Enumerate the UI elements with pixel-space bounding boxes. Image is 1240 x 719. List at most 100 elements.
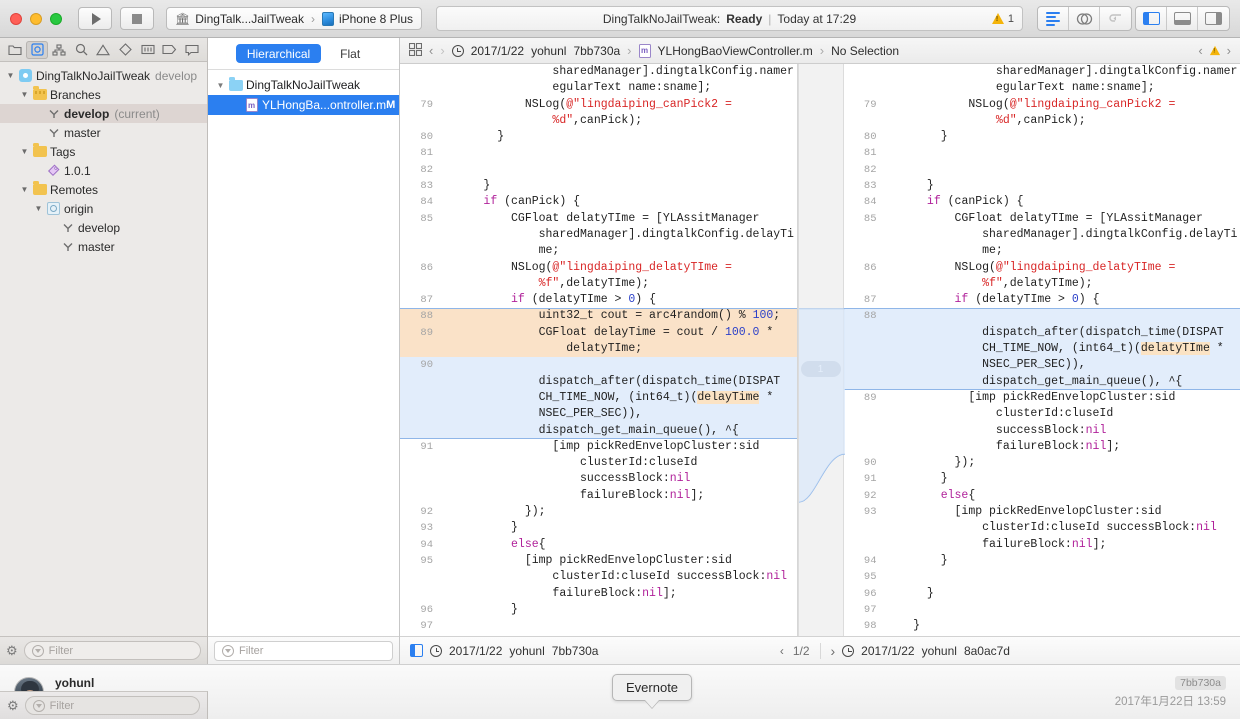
minimize-button[interactable] <box>30 12 42 25</box>
disclosure-triangle-icon[interactable]: ▼ <box>32 204 45 213</box>
code-line[interactable]: %f",delatyTIme); <box>400 276 797 292</box>
previous-issue-button[interactable]: ‹ <box>1198 43 1202 58</box>
code-line[interactable]: me; <box>844 243 1240 259</box>
code-line[interactable]: 88 <box>843 308 1240 325</box>
code-line[interactable]: CH_TIME_NOW, (int64_t)(delayTime * <box>400 389 797 407</box>
code-line[interactable]: 81 <box>844 145 1240 161</box>
changed-files-list[interactable]: ▼ DingTalkNoJailTweak▼ mYLHongBa...ontroll… <box>208 70 399 636</box>
jumpbar-hash[interactable]: 7bb730a <box>573 44 620 58</box>
code-line[interactable]: 94 else{ <box>400 537 797 553</box>
forward-button[interactable]: › <box>440 43 444 58</box>
code-line[interactable]: 93 [imp pickRedEnvelopCluster:sid <box>844 504 1240 520</box>
code-line[interactable]: dispatch_after(dispatch_time(DISPAT <box>843 324 1240 342</box>
code-line[interactable]: dispatch_get_main_queue(), ^{ <box>400 422 797 439</box>
code-line[interactable]: 87 if (delatyTIme > 0) { <box>844 292 1240 308</box>
code-line[interactable]: 86 NSLog(@"lingdaiping_delatyTIme = <box>400 260 797 276</box>
file-list-filter-input[interactable]: Filter <box>214 640 393 661</box>
code-line[interactable]: egularText name:sname]; <box>400 80 797 96</box>
hierarchical-mode-button[interactable]: Hierarchical <box>235 44 322 63</box>
code-line[interactable]: successBlock:nil <box>400 471 797 487</box>
previous-version-button[interactable]: ‹ <box>780 644 784 658</box>
disclosure-triangle-icon[interactable]: ▼ <box>214 81 227 90</box>
breakpoint-navigator-tab[interactable] <box>159 41 181 59</box>
code-line[interactable]: 82 <box>844 162 1240 178</box>
find-navigator-tab[interactable] <box>70 41 92 59</box>
next-version-button[interactable]: › <box>831 643 836 659</box>
right-code-content[interactable]: sharedManager].dingtalkConfig.namer egul… <box>843 64 1240 634</box>
left-code-content[interactable]: sharedManager].dingtalkConfig.namer egul… <box>400 64 797 634</box>
code-line[interactable]: clusterId:cluseId <box>844 406 1240 422</box>
code-line[interactable]: sharedManager].dingtalkConfig.delayTi <box>400 227 797 243</box>
code-line[interactable]: failureBlock:nil]; <box>844 439 1240 455</box>
standard-editor-button[interactable] <box>1038 7 1069 30</box>
navigator-bottom-filter-input[interactable]: Filter <box>24 696 200 715</box>
navigator-tree-item[interactable]: ▼develop(current) <box>0 104 207 123</box>
jumpbar-selection[interactable]: No Selection <box>831 44 899 58</box>
left-status-date[interactable]: 2017/1/22 <box>449 644 502 658</box>
debug-navigator-tab[interactable] <box>137 41 159 59</box>
jumpbar-file[interactable]: YLHongBaoViewController.m <box>658 44 813 58</box>
code-line[interactable]: sharedManager].dingtalkConfig.delayTi <box>844 227 1240 243</box>
code-line[interactable]: clusterId:cluseId <box>400 455 797 471</box>
navigator-toggle-button[interactable] <box>1136 7 1167 30</box>
warning-triangle-icon[interactable] <box>1209 45 1220 56</box>
code-line[interactable]: 95 <box>844 569 1240 585</box>
code-line[interactable]: NSEC_PER_SEC)), <box>843 357 1240 374</box>
version-editor-button[interactable] <box>1100 7 1131 30</box>
code-line[interactable]: 83 } <box>844 178 1240 194</box>
code-line[interactable]: failureBlock:nil]; <box>400 488 797 504</box>
navigator-tree-item[interactable]: ▼develop <box>0 218 207 237</box>
code-line[interactable]: successBlock:nil <box>844 423 1240 439</box>
code-line[interactable]: 86 NSLog(@"lingdaiping_delatyTIme = <box>844 260 1240 276</box>
code-line[interactable]: 91 [imp pickRedEnvelopCluster:sid <box>400 439 797 455</box>
code-line[interactable]: me; <box>400 243 797 259</box>
code-line[interactable]: 97 <box>400 618 797 634</box>
diff-change-badge[interactable]: 1 <box>800 361 841 377</box>
assistant-editor-button[interactable] <box>1069 7 1100 30</box>
code-line[interactable]: 79 NSLog(@"lingdaiping_canPick2 = <box>400 97 797 113</box>
right-version-pane[interactable]: sharedManager].dingtalkConfig.namer egul… <box>843 64 1240 636</box>
disclosure-triangle-icon[interactable]: ▼ <box>18 90 31 99</box>
code-line[interactable]: 97 <box>844 602 1240 618</box>
navigator-tree-item[interactable]: ▼master <box>0 237 207 256</box>
left-status-author[interactable]: yohunl <box>509 644 544 658</box>
source-control-navigator-tab[interactable] <box>26 40 49 59</box>
gear-icon[interactable]: ⚙ <box>6 643 18 659</box>
zoom-button[interactable] <box>50 12 62 25</box>
changed-file-row[interactable]: ▼mYLHongBa...ontroller.mM <box>208 95 399 115</box>
code-line[interactable]: 80 } <box>844 129 1240 145</box>
project-navigator-tab[interactable] <box>4 41 26 59</box>
gear-icon[interactable]: ⚙ <box>7 698 19 714</box>
local-revision-icon[interactable] <box>410 644 423 657</box>
code-line[interactable]: 96 } <box>400 602 797 618</box>
next-issue-button[interactable]: › <box>1227 43 1231 58</box>
warning-indicator[interactable]: 1 <box>991 13 1014 25</box>
code-line[interactable]: NSEC_PER_SEC)), <box>400 406 797 423</box>
code-line[interactable]: 84 if (canPick) { <box>400 194 797 210</box>
navigator-tree-item[interactable]: ▼ Tags <box>0 142 207 161</box>
disclosure-triangle-icon[interactable]: ▼ <box>18 147 31 156</box>
code-line[interactable]: clusterId:cluseId successBlock:nil <box>844 520 1240 536</box>
code-line[interactable]: %f",delatyTIme); <box>844 276 1240 292</box>
code-line[interactable]: delatyTIme; <box>400 341 797 358</box>
symbol-navigator-tab[interactable] <box>48 41 70 59</box>
run-button[interactable] <box>78 7 112 30</box>
code-line[interactable]: 94 } <box>844 553 1240 569</box>
code-line[interactable]: failureBlock:nil]; <box>400 586 797 602</box>
navigator-tree-item[interactable]: ▼ DingTalkNoJailTweak develop <box>0 66 207 85</box>
navigator-tree-item[interactable]: ▼ Remotes <box>0 180 207 199</box>
code-line[interactable]: sharedManager].dingtalkConfig.namer <box>844 64 1240 80</box>
debug-area-toggle-button[interactable] <box>1167 7 1198 30</box>
code-line[interactable]: egularText name:sname]; <box>844 80 1240 96</box>
left-version-pane[interactable]: sharedManager].dingtalkConfig.namer egul… <box>400 64 798 636</box>
code-line[interactable]: 89 CGFloat delayTime = cout / 100.0 * <box>400 324 797 342</box>
flat-mode-button[interactable]: Flat <box>329 44 371 63</box>
back-button[interactable]: ‹ <box>429 43 433 58</box>
issue-navigator-tab[interactable] <box>92 41 114 59</box>
code-line[interactable]: 89 [imp pickRedEnvelopCluster:sid <box>844 390 1240 406</box>
code-line[interactable]: 85 CGFloat delatyTIme = [YLAssitManager <box>400 211 797 227</box>
right-status-date[interactable]: 2017/1/22 <box>861 644 914 658</box>
code-line[interactable]: 96 } <box>844 586 1240 602</box>
right-status-hash[interactable]: 8a0ac7d <box>964 644 1010 658</box>
related-items-icon[interactable] <box>408 42 423 59</box>
